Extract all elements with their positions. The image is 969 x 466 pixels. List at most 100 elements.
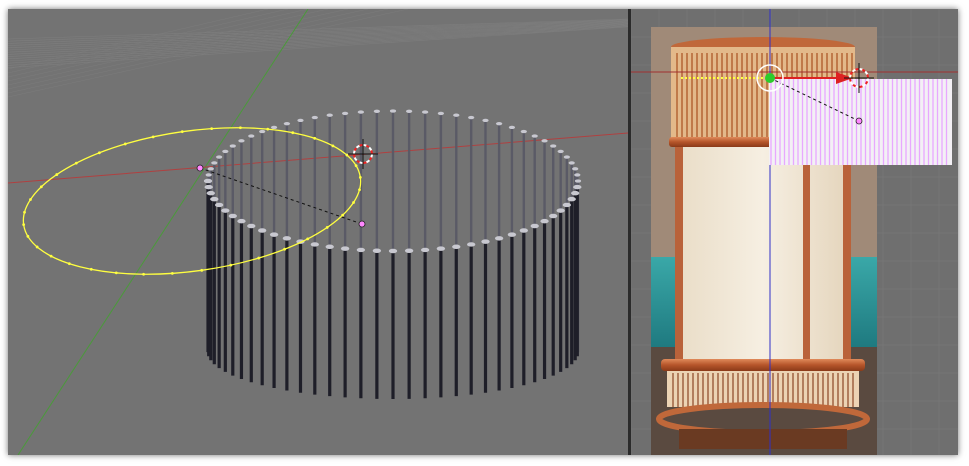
post-cap [404,248,414,253]
post-cap [556,208,565,213]
curve-point[interactable] [283,247,287,251]
post-cap [549,213,558,219]
curve-point[interactable] [331,144,335,148]
post-cap [388,248,398,254]
post-cap [283,121,291,126]
post-cap [372,248,382,253]
grid-line [8,21,628,49]
curve-point[interactable] [313,136,317,140]
post-cap [508,125,516,130]
curve-point[interactable] [180,130,184,134]
post-cap [210,196,219,202]
front-scene[interactable] [631,9,958,455]
post-cap [340,246,350,251]
post-cap [452,244,461,250]
curve-point[interactable] [35,245,39,249]
post-cap [567,196,576,202]
post-cap [494,236,504,241]
origin-vertex-b[interactable] [358,220,366,228]
grid-line [8,9,369,90]
post-cap [326,113,333,117]
post-cap [228,213,237,219]
post-cap [573,184,582,190]
post-cap [247,223,256,229]
curve-point[interactable] [345,153,349,157]
3d-cursor[interactable] [348,139,378,169]
curve-point[interactable] [200,268,204,272]
curve-point[interactable] [229,263,233,267]
curve-point[interactable] [74,161,78,165]
post-cap [557,149,564,154]
curve-point[interactable] [266,127,270,131]
curve-point[interactable] [151,135,155,139]
3d-viewport-front-ortho[interactable] [631,9,958,455]
3d-viewport-perspective[interactable] [8,9,628,455]
post-cap [436,246,446,251]
post-cap [310,242,319,247]
blender-screenshot [8,9,958,455]
post-cap [203,178,213,184]
post-cap [237,218,246,224]
curve-point[interactable] [257,256,261,260]
curve-point[interactable] [67,262,71,266]
post-cap [222,149,229,154]
post-cap [541,139,548,143]
grid-line [8,22,628,55]
post-cap [531,134,538,138]
post-cap [356,247,366,253]
curve-point[interactable] [142,272,145,276]
curve-point[interactable] [170,271,174,275]
post-cap [422,110,429,114]
curve-point[interactable] [29,198,32,201]
curve-point[interactable] [55,173,59,176]
post-cap [389,109,397,113]
curve-control-points[interactable] [22,126,362,276]
post-cap [562,202,572,208]
post-cap [572,167,579,171]
curve-point[interactable] [358,175,362,179]
post-cap [519,228,528,233]
post-cap [238,139,245,143]
curve-point[interactable] [325,226,329,229]
curve-selection[interactable] [14,108,370,294]
curve-point[interactable] [49,254,53,258]
curve-point[interactable] [306,237,310,241]
bezier-circle-curve[interactable] [14,108,370,294]
curve-point[interactable] [22,223,26,227]
origin-vertex-ortho[interactable] [855,117,863,125]
curve-point[interactable] [89,267,93,271]
post-cap [205,173,212,177]
post-cap [507,232,517,237]
post-cap [204,184,213,190]
curve-point[interactable] [97,151,101,155]
post-cap [373,109,380,113]
curve-point[interactable] [341,213,345,217]
post-cap [495,121,503,126]
post-cap [530,223,539,229]
lantern-base-foot [679,429,847,449]
curve-point[interactable] [352,201,355,204]
curve-point[interactable] [123,142,127,146]
lantern-paper-body [675,147,851,365]
curve-point[interactable] [358,188,361,192]
post-cap [574,173,581,177]
post-cap [325,244,334,250]
curve-point[interactable] [39,185,43,189]
post-cap [437,111,445,116]
origin-vertex-a[interactable] [196,164,204,172]
curve-point[interactable] [114,271,118,275]
post-cap [571,190,580,196]
curve-point[interactable] [239,126,242,130]
manipulator-center-icon[interactable] [765,73,775,83]
post-cap [406,109,413,113]
perspective-scene[interactable] [8,9,628,455]
post-cap [259,129,266,134]
curve-point[interactable] [26,234,30,238]
curve-point[interactable] [23,210,26,214]
post-cap [357,110,364,114]
curve-point[interactable] [354,164,358,168]
post-cap [520,129,527,134]
curve-point[interactable] [210,127,214,131]
post-cap [574,179,582,183]
curve-point[interactable] [291,131,295,135]
